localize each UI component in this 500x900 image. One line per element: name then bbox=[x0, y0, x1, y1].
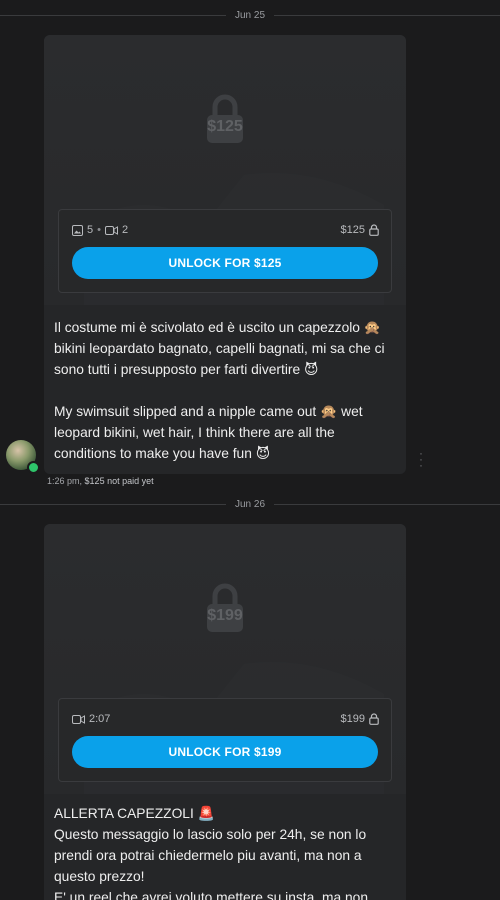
online-status-indicator bbox=[27, 461, 40, 474]
unlock-panel: 2:07 $199 UNLOCK FOR $199 bbox=[58, 698, 392, 782]
message-text-english: My swimsuit slipped and a nipple came ou… bbox=[54, 404, 363, 461]
video-icon bbox=[72, 714, 85, 724]
lock-icon bbox=[369, 713, 379, 725]
unlock-panel: 5 • 2 $125 UNLOCK FOR $125 bbox=[58, 209, 392, 293]
lock-price: $125 bbox=[207, 118, 243, 135]
video-count: 2 bbox=[121, 224, 129, 236]
media-counts: 2:07 bbox=[72, 712, 110, 726]
locked-media-preview[interactable]: $199 2:07 $199 UNLOCK FOR $199 bbox=[44, 524, 406, 794]
price-label: $125 bbox=[340, 224, 365, 236]
lock-icon bbox=[369, 224, 379, 236]
message-time: 1:26 pm, bbox=[47, 476, 83, 486]
locked-message-card: $125 5 • 2 $125 UNLOCK FOR $125 Il costu… bbox=[44, 35, 406, 474]
price-label: $199 bbox=[340, 713, 365, 725]
media-counts: 5 • 2 bbox=[72, 223, 128, 237]
chat-page: Jun 25 $125 5 • 2 $125 UNLOCK FOR $125 I… bbox=[0, 0, 500, 900]
message-body: Questo messaggio lo lascio solo per 24h,… bbox=[54, 827, 368, 900]
lock-overlay: $199 bbox=[44, 582, 406, 638]
lock-overlay: $125 bbox=[44, 93, 406, 149]
locked-message-card: $199 2:07 $199 UNLOCK FOR $199 ALLERTA C… bbox=[44, 524, 406, 900]
payment-status: $125 not paid yet bbox=[84, 476, 154, 486]
more-vertical-icon[interactable]: · · · bbox=[416, 447, 426, 471]
price-tag: $125 bbox=[341, 223, 379, 237]
locked-media-preview[interactable]: $125 5 • 2 $125 UNLOCK FOR $125 bbox=[44, 35, 406, 305]
date-separator: Jun 25 bbox=[0, 8, 500, 24]
message-text: Il costume mi è scivolato ed è uscito un… bbox=[44, 305, 406, 474]
message-meta: 1:26 pm, $125 not paid yet bbox=[47, 476, 154, 486]
photo-count: 5 bbox=[87, 224, 94, 236]
message-text-italian: Il costume mi è scivolato ed è uscito un… bbox=[54, 320, 385, 377]
date-label: Jun 26 bbox=[234, 499, 266, 510]
price-tag: $199 bbox=[341, 712, 379, 726]
date-separator: Jun 26 bbox=[0, 497, 500, 513]
unlock-button[interactable]: UNLOCK FOR $199 bbox=[72, 736, 378, 768]
video-icon bbox=[104, 225, 118, 235]
date-label: Jun 25 bbox=[234, 10, 266, 21]
lock-price: $199 bbox=[207, 607, 243, 624]
unlock-button[interactable]: UNLOCK FOR $125 bbox=[72, 247, 378, 279]
image-icon bbox=[72, 224, 83, 236]
video-duration: 2:07 bbox=[89, 713, 111, 725]
message-title: ALLERTA CAPEZZOLI 🚨 bbox=[54, 806, 215, 821]
message-text: ALLERTA CAPEZZOLI 🚨 Questo messaggio lo … bbox=[44, 794, 406, 900]
